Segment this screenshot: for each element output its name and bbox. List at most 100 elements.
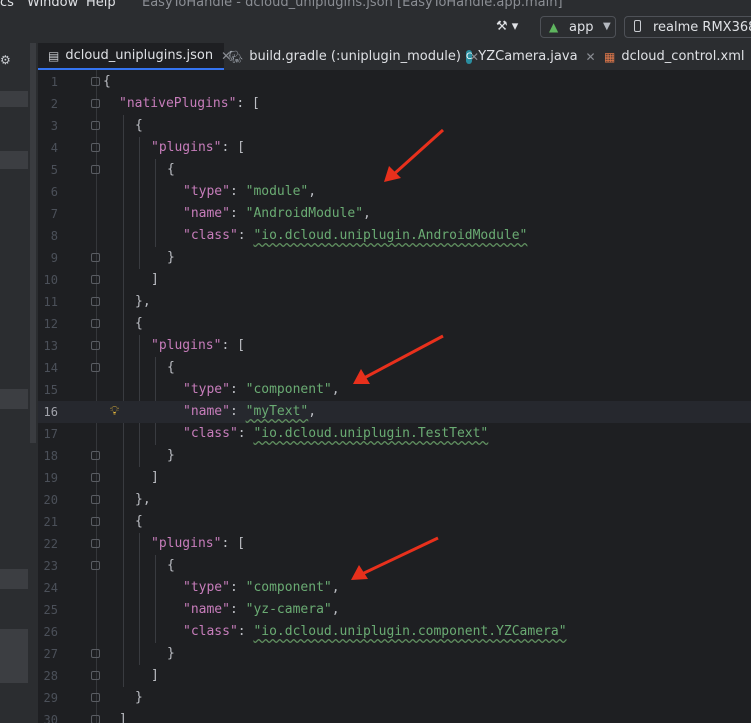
json-punctuation: : [229, 184, 246, 199]
code-line[interactable]: 20}, [38, 489, 751, 511]
code-line[interactable]: 29} [38, 687, 751, 709]
code-text: { [167, 360, 175, 375]
fold-marker-icon[interactable] [91, 693, 100, 702]
fold-marker-icon[interactable] [91, 473, 100, 482]
json-string-value: "io.dcloud.uniplugin.TestText" [253, 426, 489, 441]
fold-marker-icon[interactable] [91, 495, 100, 504]
tab-yzcamera-java[interactable]: C YZCamera.java ✕ [466, 43, 596, 70]
project-tree-selection[interactable] [0, 389, 28, 409]
code-line[interactable]: 17 "class": "io.dcloud.uniplugin.TestText… [38, 423, 751, 445]
code-text: { [167, 558, 175, 573]
json-key: "name" [183, 404, 230, 419]
fold-marker-icon[interactable] [91, 143, 100, 152]
code-line[interactable]: 13 "plugins": [ [38, 335, 751, 357]
code-line[interactable]: 10] [38, 269, 751, 291]
lightbulb-icon[interactable]: 💡︎ [110, 404, 119, 419]
fold-marker-icon[interactable] [91, 671, 100, 680]
fold-marker-icon[interactable] [91, 363, 100, 372]
code-text: { [135, 118, 143, 133]
code-line[interactable]: 23 { [38, 555, 751, 577]
json-punctuation: : [ [236, 96, 260, 111]
code-line[interactable]: 28] [38, 665, 751, 687]
menu-item-help[interactable]: Help [86, 0, 116, 10]
code-line[interactable]: 27} [38, 643, 751, 665]
fold-marker-icon[interactable] [91, 297, 100, 306]
device-selector[interactable]: realme RMX3687 [624, 16, 751, 38]
fold-marker-icon[interactable] [91, 99, 100, 108]
line-number: 13 [43, 339, 58, 353]
fold-marker-icon[interactable] [91, 539, 100, 548]
json-punctuation: : [237, 228, 254, 243]
line-number: 29 [43, 691, 58, 705]
fold-marker-icon[interactable] [91, 715, 100, 723]
code-line[interactable]: 18} [38, 445, 751, 467]
json-key: "type" [183, 184, 230, 199]
json-punctuation: : [229, 602, 246, 617]
project-tree-selection[interactable] [0, 151, 28, 169]
line-number: 8 [50, 229, 58, 243]
code-text: "class": "io.dcloud.uniplugin.TestText" [183, 423, 488, 445]
code-line[interactable]: 3{ [38, 115, 751, 137]
fold-marker-icon[interactable] [91, 253, 100, 262]
json-punctuation: : [237, 624, 254, 639]
code-line[interactable]: 9} [38, 247, 751, 269]
fold-marker-icon[interactable] [91, 561, 100, 570]
code-line[interactable]: 7 "name": "AndroidModule", [38, 203, 751, 225]
code-line[interactable]: 12 { [38, 313, 751, 335]
fold-marker-icon[interactable] [91, 341, 100, 350]
fold-marker-icon[interactable] [91, 77, 100, 86]
fold-marker-icon[interactable] [91, 121, 100, 130]
code-line[interactable]: 25 "name": "yz-camera", [38, 599, 751, 621]
line-number: 15 [43, 383, 58, 397]
line-number: 30 [43, 713, 58, 723]
project-tree-selection[interactable] [0, 91, 28, 107]
fold-marker-icon[interactable] [91, 275, 100, 284]
project-tree-selection[interactable] [0, 569, 28, 589]
json-string-value: "module" [245, 184, 309, 199]
build-hammer-icon[interactable]: ⚒ ▾ [496, 19, 518, 34]
code-line[interactable]: 14 { [38, 357, 751, 379]
panel-settings-icon[interactable]: ⚙ [0, 53, 11, 67]
code-line[interactable]: 16 💡︎ "name": "myText", [38, 401, 751, 423]
code-line[interactable]: 4 "plugins": [ [38, 137, 751, 159]
code-line[interactable]: 11}, [38, 291, 751, 313]
menu-item-window[interactable]: Window [27, 0, 78, 10]
fold-marker-icon[interactable] [91, 319, 100, 328]
project-tree-selection[interactable] [0, 629, 28, 683]
code-line[interactable]: 15 "type": "component", [38, 379, 751, 401]
close-icon[interactable]: ✕ [586, 50, 596, 64]
tab-build-gradle[interactable]: 🐘︎ build.gradle (:uniplugin_module) ✕ [228, 43, 479, 70]
tab-dcloud-control-xml[interactable]: ▦ dcloud_control.xml [604, 43, 751, 70]
code-line[interactable]: 6 "type": "module", [38, 181, 751, 203]
json-key: "name" [183, 206, 230, 221]
line-number: 24 [43, 581, 58, 595]
line-number: 4 [50, 141, 58, 155]
fold-marker-icon[interactable] [91, 649, 100, 658]
fold-marker-icon[interactable] [91, 165, 100, 174]
line-number: 11 [43, 295, 58, 309]
run-configuration-dropdown[interactable]: ▲ app ▼ [540, 16, 616, 38]
code-line[interactable]: 26 "class": "io.dcloud.uniplugin.componen… [38, 621, 751, 643]
json-punctuation: : [229, 382, 246, 397]
json-punctuation: , [331, 382, 340, 397]
json-string-value: "yz-camera" [245, 602, 332, 617]
editor-tab-bar: ▤ dcloud_uniplugins.json ✕ 🐘︎ build.grad… [38, 43, 751, 71]
code-line[interactable]: 24 "type": "component", [38, 577, 751, 599]
menu-item-cs[interactable]: cs [0, 0, 14, 10]
tab-dcloud-uniplugins-json[interactable]: ▤ dcloud_uniplugins.json ✕ [38, 43, 231, 70]
code-line[interactable]: 5{ [38, 159, 751, 181]
code-line[interactable]: 21 { [38, 511, 751, 533]
code-line[interactable]: 1{ [38, 71, 751, 93]
code-line[interactable]: 8 "class": "io.dcloud.uniplugin.AndroidMo… [38, 225, 751, 247]
code-line[interactable]: 22 "plugins": [ [38, 533, 751, 555]
json-key: "class" [183, 228, 238, 243]
code-editor[interactable]: 1{2 "nativePlugins": [3{4 "plugins": [5{6 "… [38, 70, 751, 723]
fold-marker-icon[interactable] [91, 451, 100, 460]
fold-marker-icon[interactable] [91, 517, 100, 526]
code-line[interactable]: 2 "nativePlugins": [ [38, 93, 751, 115]
line-number: 17 [43, 427, 58, 441]
code-line[interactable]: 30] [38, 709, 751, 723]
code-line[interactable]: 19] [38, 467, 751, 489]
panel-scrollbar[interactable] [30, 43, 36, 443]
code-text: "name": "yz-camera", [183, 599, 340, 621]
